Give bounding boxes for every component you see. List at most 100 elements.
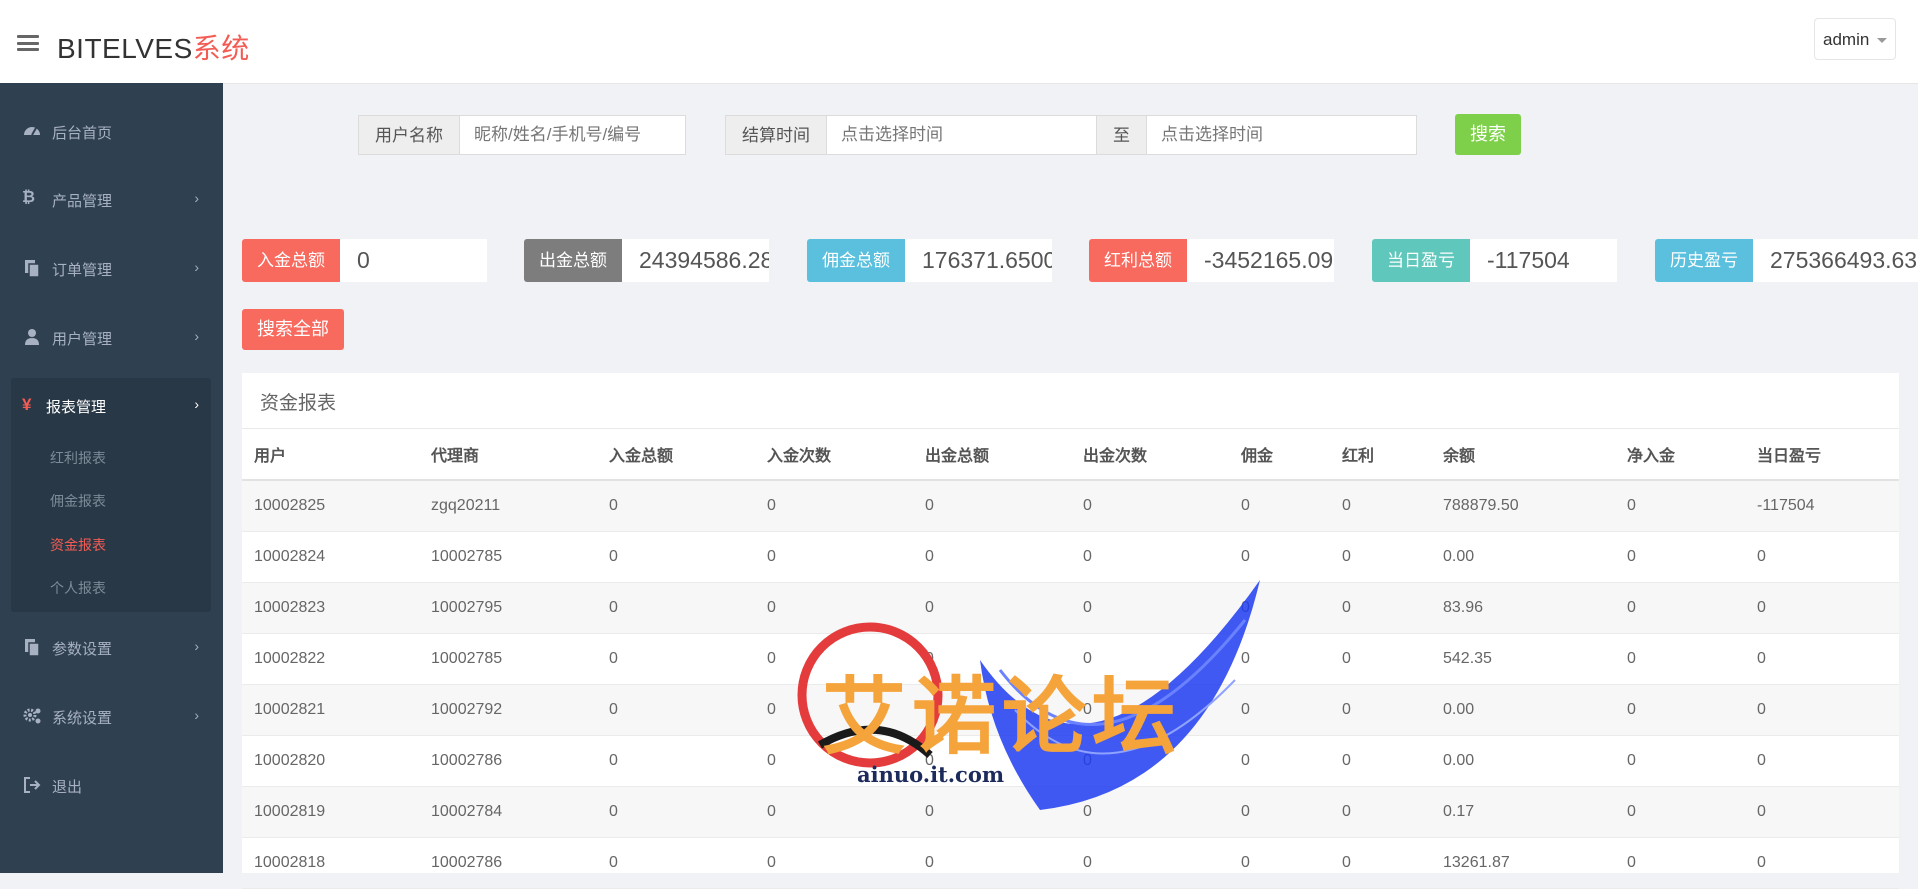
- sidebar-item-system[interactable]: 系统设置 ›: [0, 697, 223, 737]
- table-cell: 10002823: [242, 582, 419, 634]
- table-row: 10002819 10002784 0 0 0 0 0 0 0.17 0 0: [242, 786, 1899, 838]
- sidebar-item-label: 用户管理: [52, 331, 113, 348]
- stat-value-commission-total: 176371.650000: [905, 239, 1052, 282]
- table-cell: 10002819: [242, 786, 419, 838]
- table-cell: 0: [755, 480, 913, 532]
- app-title: BITELVES系统: [57, 27, 250, 67]
- table-cell: 0: [1229, 480, 1330, 532]
- table-cell: 0: [913, 786, 1071, 838]
- sidebar-item-params[interactable]: 参数设置 ›: [0, 628, 223, 668]
- sidebar-item-label: 订单管理: [52, 262, 113, 279]
- table-cell: 0: [913, 735, 1071, 787]
- table-cell: 0: [1615, 582, 1745, 634]
- chevron-right-icon: ›: [194, 190, 199, 206]
- stat-label-withdraw-total: 出金总额: [524, 239, 622, 282]
- gears-icon: [23, 708, 41, 724]
- brand-name: BITELVES: [57, 33, 193, 64]
- stat-value-withdraw-total: 24394586.2840: [622, 239, 769, 282]
- table-cell: 0: [1229, 837, 1330, 889]
- sidebar-item-dashboard[interactable]: 后台首页: [0, 112, 223, 152]
- table-cell: 0: [913, 684, 1071, 736]
- table-cell: 0: [1330, 786, 1431, 838]
- table-cell: 0: [1615, 735, 1745, 787]
- table-cell: 0: [913, 531, 1071, 583]
- table-cell: 13261.87: [1431, 837, 1615, 889]
- sidebar-item-users[interactable]: 用户管理 ›: [0, 318, 223, 358]
- sidebar-item-reports[interactable]: ¥ 报表管理 ›: [0, 386, 223, 426]
- table-cell: 10002792: [419, 684, 597, 736]
- table-row: 10002825 zgq20211 0 0 0 0 0 0 788879.50 0 -117504: [242, 480, 1899, 532]
- table-cell: 83.96: [1431, 582, 1615, 634]
- table-cell: 0: [913, 633, 1071, 685]
- table-cell: 0: [1615, 531, 1745, 583]
- table-row: 10002818 10002786 0 0 0 0 0 0 13261.87 0 0: [242, 837, 1899, 889]
- table-cell: 0: [755, 684, 913, 736]
- table-cell: 0: [597, 480, 755, 532]
- username-search-input[interactable]: [459, 115, 686, 155]
- table-cell: 0: [1615, 684, 1745, 736]
- chevron-right-icon: ›: [194, 707, 199, 723]
- table-cell: 10002785: [419, 633, 597, 685]
- table-cell: 0: [597, 684, 755, 736]
- table-row: 10002824 10002785 0 0 0 0 0 0 0.00 0 0: [242, 531, 1899, 583]
- copy-icon: [25, 639, 40, 657]
- table-cell: 0: [1615, 837, 1745, 889]
- table-cell: 10002785: [419, 531, 597, 583]
- sub-item-bonus-report[interactable]: 红利报表: [50, 448, 106, 468]
- table-cell: 0: [1745, 633, 1899, 685]
- copy-icon: [25, 260, 40, 278]
- stat-label-history-pnl: 历史盈亏: [1655, 239, 1753, 282]
- end-time-input[interactable]: [1146, 115, 1417, 155]
- sidebar-item-label: 系统设置: [52, 710, 113, 727]
- stat-label-daily-pnl: 当日盈亏: [1372, 239, 1470, 282]
- table-cell: 0: [1330, 480, 1431, 532]
- stat-label-deposit-total: 入金总额: [242, 239, 340, 282]
- table-cell: 0: [913, 582, 1071, 634]
- sub-item-commission-report[interactable]: 佣金报表: [50, 491, 106, 511]
- table-cell: 0: [1071, 837, 1229, 889]
- table-cell: 10002824: [242, 531, 419, 583]
- table-cell: 0: [1330, 582, 1431, 634]
- search-all-button[interactable]: 搜索全部: [242, 309, 344, 350]
- fund-report-panel: 资金报表 用户 代理商 入金总额 入金次数 出金总额 出金次数 佣金 红利 余额 净入金 当日盈亏 …: [242, 373, 1899, 889]
- table-cell: 0: [1071, 633, 1229, 685]
- yen-icon: ¥: [22, 395, 32, 414]
- sidebar-item-label: 产品管理: [52, 193, 113, 210]
- stat-value-bonus-total: -3452165.09000: [1187, 239, 1334, 282]
- sidebar-item-logout[interactable]: 退出: [0, 766, 223, 806]
- table-cell: 0: [1745, 837, 1899, 889]
- start-time-input[interactable]: [826, 115, 1097, 155]
- user-menu-dropdown[interactable]: admin: [1814, 18, 1896, 60]
- table-cell: 0.00: [1431, 531, 1615, 583]
- table-cell: 10002825: [242, 480, 419, 532]
- sidebar-item-orders[interactable]: 订单管理 ›: [0, 249, 223, 289]
- menu-toggle-icon[interactable]: [17, 35, 39, 51]
- table-cell: 0: [755, 735, 913, 787]
- bitcoin-icon: ₿: [22, 189, 36, 206]
- search-button[interactable]: 搜索: [1455, 114, 1521, 155]
- fund-report-table: 用户 代理商 入金总额 入金次数 出金总额 出金次数 佣金 红利 余额 净入金 当日盈亏 10002…: [242, 429, 1899, 889]
- sidebar-item-label: 参数设置: [52, 641, 113, 658]
- table-header-row: 用户 代理商 入金总额 入金次数 出金总额 出金次数 佣金 红利 余额 净入金 当日盈亏: [242, 429, 1899, 481]
- table-cell: 0: [597, 786, 755, 838]
- sub-item-fund-report[interactable]: 资金报表: [50, 535, 106, 555]
- sidebar-item-label: 报表管理: [46, 399, 107, 416]
- sub-item-personal-report[interactable]: 个人报表: [50, 578, 106, 598]
- table-cell: 0: [1229, 531, 1330, 583]
- table-cell: 0: [1615, 633, 1745, 685]
- table-cell: 0: [755, 786, 913, 838]
- sign-out-icon: [24, 777, 41, 793]
- sidebar-item-products[interactable]: ₿ 产品管理 ›: [0, 180, 223, 220]
- table-cell: 0: [755, 837, 913, 889]
- chevron-right-icon: ›: [194, 328, 199, 344]
- column-header: 余额: [1431, 429, 1615, 481]
- table-cell: 0: [1745, 786, 1899, 838]
- table-row: 10002820 10002786 0 0 0 0 0 0 0.00 0 0: [242, 735, 1899, 787]
- stat-label-commission-total: 佣金总额: [807, 239, 905, 282]
- table-cell: 0: [1071, 531, 1229, 583]
- table-cell: 0: [597, 582, 755, 634]
- stat-label-bonus-total: 红利总额: [1089, 239, 1187, 282]
- table-cell: 0.00: [1431, 684, 1615, 736]
- stat-value-history-pnl: 275366493.63: [1753, 239, 1918, 282]
- table-cell: 0: [1330, 633, 1431, 685]
